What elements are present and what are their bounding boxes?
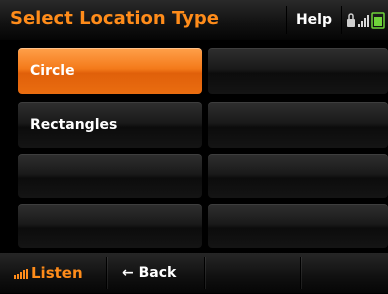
option-rectangles-button[interactable]: Rectangles [18,102,202,148]
empty-option-slot [208,204,388,248]
divider [300,257,301,289]
empty-option-slot [18,204,202,248]
status-area [346,10,388,30]
divider [204,257,205,289]
back-button[interactable]: ← Back [122,253,202,293]
option-circle-button[interactable]: Circle [18,48,202,94]
empty-option-slot [208,102,388,148]
page-title: Select Location Type [10,8,219,29]
signal-icon [358,15,369,27]
back-label: Back [138,265,177,281]
back-arrow-icon: ← [122,265,134,281]
speaker-wave-icon [14,269,28,279]
battery-icon [371,12,385,29]
empty-option-slot [208,48,388,94]
empty-option-slot [18,154,202,198]
listen-label: Listen [31,264,83,282]
divider [106,257,107,289]
help-button[interactable]: Help [286,6,342,34]
lock-icon [347,13,355,27]
header-bar: Select Location Type Help [0,0,388,41]
footer-bar: Listen ← Back [0,252,388,293]
listen-button[interactable]: Listen [14,253,106,293]
empty-option-slot [208,154,388,198]
